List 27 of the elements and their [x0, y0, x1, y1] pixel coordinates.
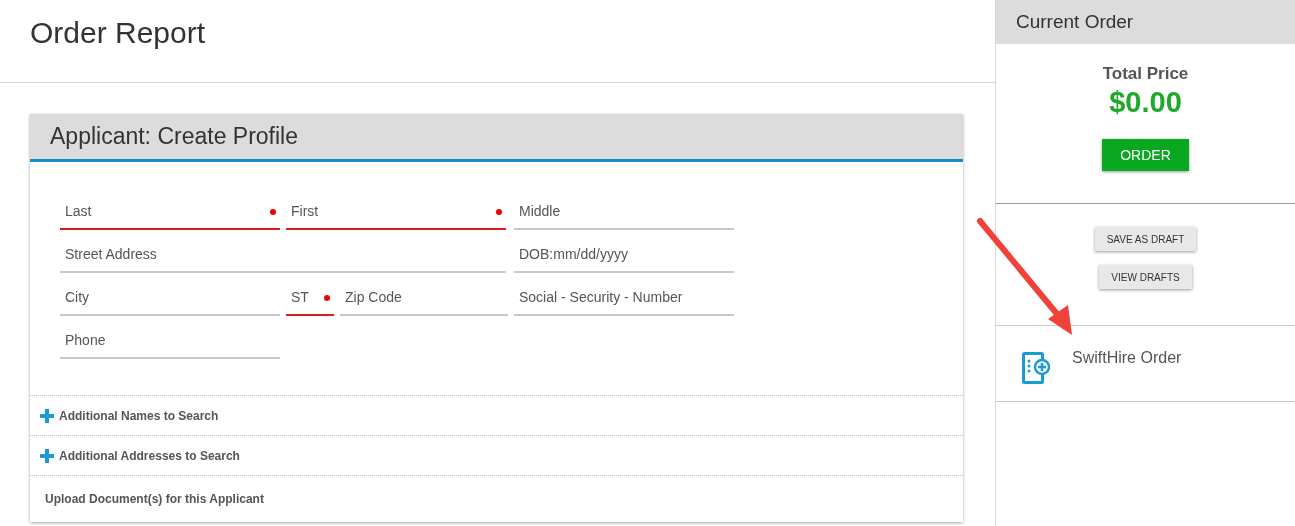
- required-dot-icon: [270, 209, 276, 215]
- draft-button[interactable]: VIEW DRAFTS: [1099, 265, 1192, 289]
- phone-plus-icon: [1022, 351, 1050, 384]
- total-price-label: Total Price: [1102, 64, 1189, 84]
- card-title: Applicant: Create Profile: [50, 123, 298, 150]
- draft-button[interactable]: SAVE AS DRAFT: [1094, 227, 1197, 251]
- section-link[interactable]: Additional Addresses to Search: [59, 448, 240, 463]
- page-title: Order Report: [30, 16, 207, 50]
- plus-icon: [40, 448, 54, 463]
- input-field[interactable]: Middle: [514, 194, 734, 230]
- total-price: $0.00: [1109, 86, 1182, 119]
- input-field[interactable]: ST: [286, 280, 334, 316]
- input-field[interactable]: Social - Security - Number: [514, 280, 734, 316]
- input-field[interactable]: Last: [60, 194, 280, 230]
- section-link[interactable]: Additional Names to Search: [59, 408, 219, 423]
- input-field[interactable]: Zip Code: [340, 280, 508, 316]
- section-link[interactable]: Upload Document(s) for this Applicant: [40, 492, 264, 506]
- swifthire-link[interactable]: SwiftHire Order: [1072, 348, 1182, 367]
- input-field[interactable]: Street Address: [60, 237, 506, 273]
- input-field[interactable]: City: [60, 280, 280, 316]
- required-dot-icon: [324, 295, 330, 301]
- input-field[interactable]: First: [286, 194, 506, 230]
- panel-title: Current Order: [1016, 11, 1134, 33]
- input-field[interactable]: DOB:mm/dd/yyyy: [514, 237, 734, 273]
- plus-icon: [40, 408, 54, 423]
- required-dot-icon: [496, 209, 502, 215]
- input-field[interactable]: Phone: [60, 323, 280, 359]
